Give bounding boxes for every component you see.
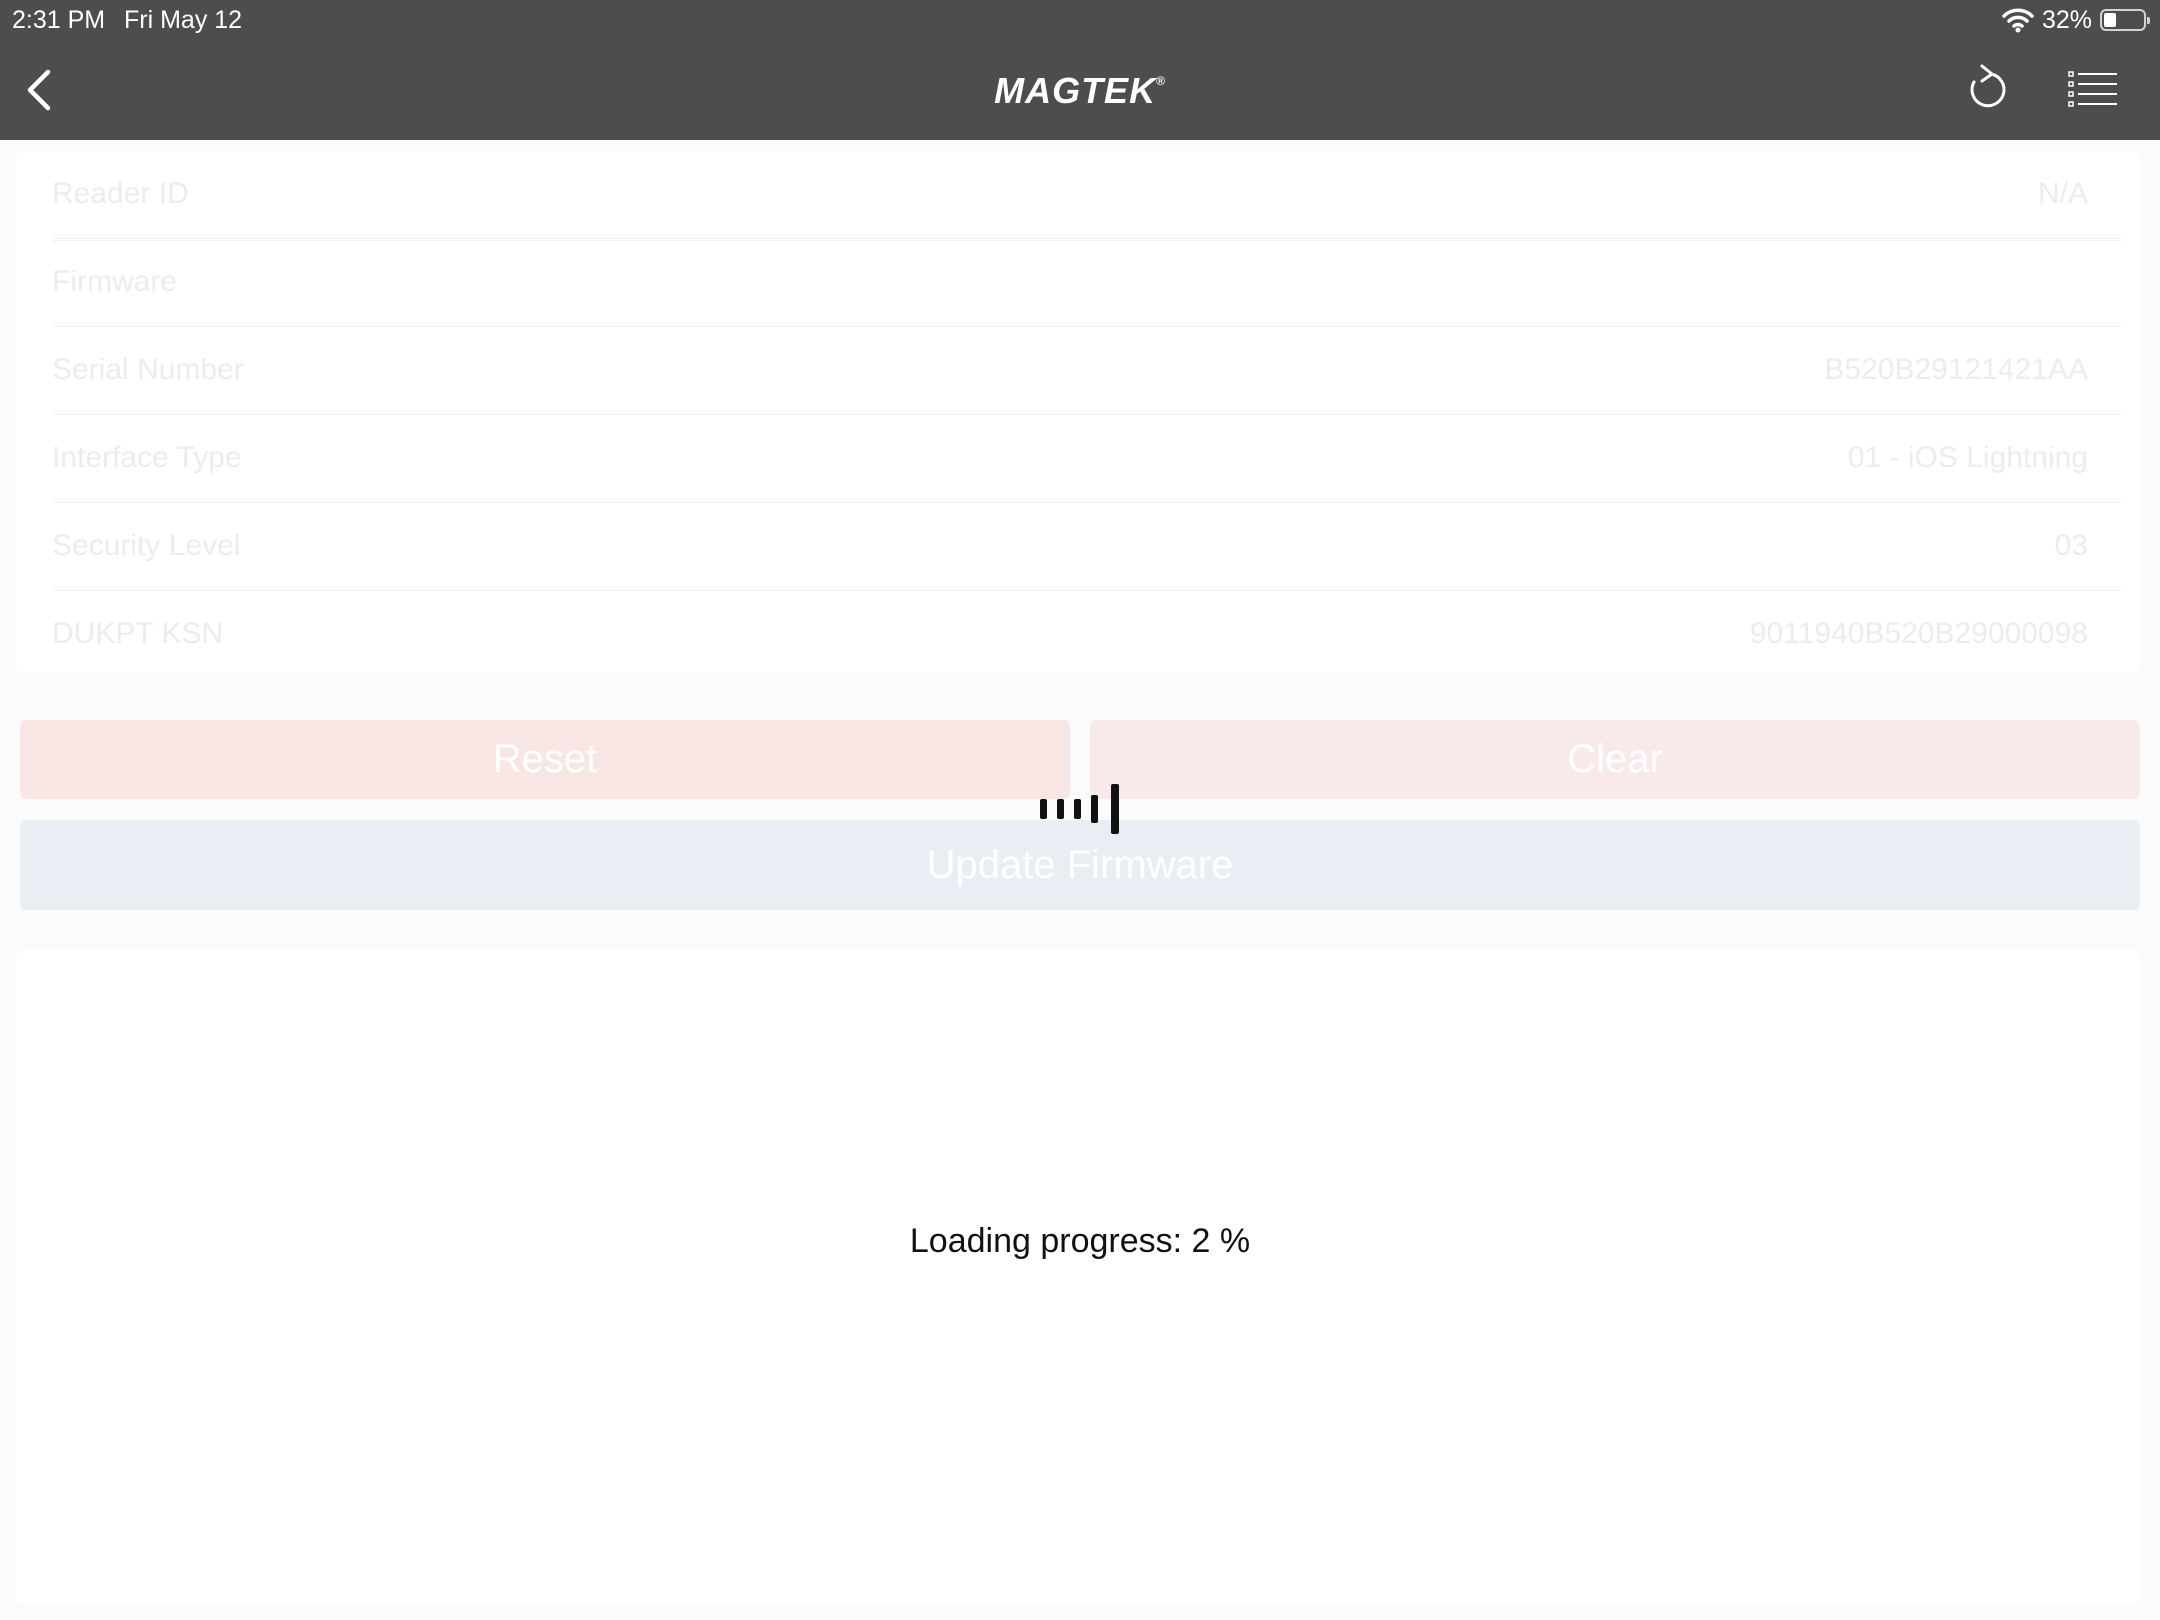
- refresh-icon[interactable]: [1962, 62, 2010, 116]
- battery-percent: 32%: [2041, 6, 2092, 34]
- security-level-value: 03: [2054, 529, 2088, 562]
- interface-type-value: 01 - iOS Lightning: [1847, 441, 2088, 474]
- info-row-firmware: Firmware: [52, 238, 2122, 327]
- clear-button[interactable]: Clear: [1090, 720, 2140, 799]
- serial-number-value: B520B29121421AA: [1824, 353, 2088, 386]
- app-screen: 2:31 PM Fri May 12 32% MAGTEK® Reader ID…: [0, 0, 2160, 1620]
- status-time: 2:31 PM: [12, 6, 106, 34]
- dukpt-ksn-label: DUKPT KSN: [52, 617, 224, 650]
- reader-id-label: Reader ID: [52, 177, 189, 210]
- info-row-security-level: Security Level 03: [52, 502, 2122, 591]
- logo-registered-mark: ®: [1156, 74, 1166, 88]
- status-date: Fri May 12: [124, 6, 243, 34]
- header-bar: 2:31 PM Fri May 12 32% MAGTEK®: [0, 0, 2160, 140]
- info-row-dukpt-ksn: DUKPT KSN 9011940B520B29000098: [52, 590, 2122, 678]
- loading-progress-text: Loading progress: 2 %: [909, 1222, 1251, 1260]
- security-level-label: Security Level: [52, 529, 241, 562]
- progress-panel: [16, 950, 2140, 1605]
- battery-nub: [2147, 17, 2150, 24]
- info-row-serial-number: Serial Number B520B29121421AA: [52, 326, 2122, 415]
- reset-button[interactable]: Reset: [20, 720, 1070, 799]
- info-row-reader-id: Reader ID N/A: [52, 150, 2122, 239]
- status-indicators: 32%: [2002, 4, 2150, 36]
- wifi-icon: [2002, 8, 2034, 33]
- logo-text: MAGTEK: [994, 70, 1157, 111]
- dukpt-ksn-value: 9011940B520B29000098: [1749, 617, 2088, 650]
- serial-number-label: Serial Number: [52, 353, 244, 386]
- battery-icon: [2100, 9, 2150, 31]
- interface-type-label: Interface Type: [52, 441, 242, 474]
- battery-fill: [2104, 13, 2116, 27]
- loading-bars-icon: [1040, 784, 1119, 834]
- firmware-label: Firmware: [52, 265, 177, 298]
- magtek-logo: MAGTEK®: [0, 70, 2160, 112]
- list-icon[interactable]: [2068, 70, 2118, 108]
- info-row-interface-type: Interface Type 01 - iOS Lightning: [52, 414, 2122, 503]
- reader-id-value: N/A: [2037, 177, 2088, 210]
